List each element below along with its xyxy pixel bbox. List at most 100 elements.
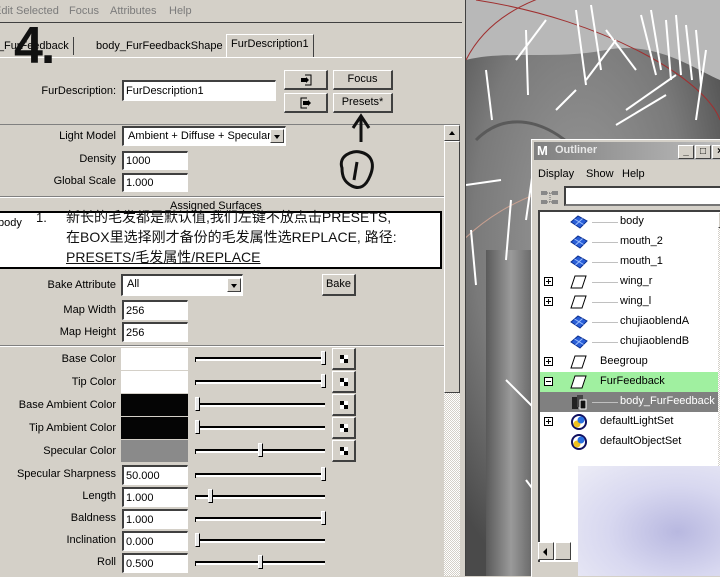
outliner-item[interactable]: mouth_1 [540,252,720,272]
color-slider[interactable] [195,351,326,365]
scroll-thumb[interactable] [555,542,571,560]
outliner-search-input[interactable] [564,186,720,206]
scroll-left-button[interactable] [538,542,554,560]
slider-thumb[interactable] [195,397,200,411]
map-height-field[interactable] [122,322,188,342]
light-model-value: Ambient + Diffuse + Specular [128,130,271,142]
color-swatch[interactable] [121,417,188,439]
color-swatch[interactable] [121,440,188,462]
numeric-attribute-field[interactable] [122,465,188,485]
focus-button[interactable]: Focus [333,70,393,90]
outliner-horizontal-scrollbar[interactable] [538,542,571,560]
color-slider[interactable] [195,443,325,457]
input-connections-button[interactable] [284,70,328,90]
outliner-menu-help[interactable]: Help [622,168,645,180]
color-slider[interactable] [195,374,326,388]
map-texture-button[interactable] [332,371,356,393]
checker-map-icon [340,424,348,432]
outliner-item[interactable]: wing_r [540,272,720,292]
color-swatch[interactable] [121,394,188,416]
slider-thumb[interactable] [258,555,263,569]
map-texture-button[interactable] [332,394,356,416]
expand-icon[interactable] [544,297,553,306]
menu-bar: Edit Selected Focus Attributes Help [0,0,466,23]
outliner-item[interactable]: defaultObjectSet [540,432,720,452]
maximize-icon[interactable]: □ [695,145,711,159]
outliner-item[interactable]: defaultLightSet [540,412,720,432]
transform-node-icon [570,274,588,290]
outliner-item[interactable]: body_FurFeedback [540,392,720,412]
outliner-menu-show[interactable]: Show [586,168,614,180]
filter-icon[interactable] [540,188,560,208]
numeric-attribute-field[interactable] [122,531,188,551]
outliner-item[interactable]: chujiaoblendA [540,312,720,332]
tab-furdescription1[interactable]: FurDescription1 [226,34,314,57]
map-width-field[interactable] [122,300,188,320]
presets-button[interactable]: Presets* [333,93,393,113]
menu-focus[interactable]: Focus [69,5,99,17]
bake-button[interactable]: Bake [322,274,356,296]
slider-thumb[interactable] [321,511,326,525]
expand-icon[interactable] [544,277,553,286]
menu-edit[interactable]: Edit [0,5,13,17]
numeric-slider[interactable] [195,555,325,569]
map-texture-button[interactable] [332,417,356,439]
outliner-item[interactable]: Beegroup [540,352,720,372]
model-leg [486,250,536,576]
tab-body-furfeedbackshape[interactable]: body_FurFeedbackShape [92,37,228,55]
menu-selected[interactable]: Selected [16,5,59,17]
slider-thumb[interactable] [321,351,326,365]
color-attribute-label: Tip Color [71,376,116,388]
numeric-slider[interactable] [195,533,325,547]
connector-line [592,282,618,283]
density-field[interactable] [122,151,188,170]
output-connections-button[interactable] [284,93,328,113]
map-texture-button[interactable] [332,348,356,370]
bake-attribute-dropdown[interactable]: All [121,274,243,296]
color-slider[interactable] [195,420,325,434]
expand-icon[interactable] [544,357,553,366]
numeric-attribute-field[interactable] [122,487,188,507]
minimize-icon[interactable]: _ [678,145,694,159]
note-line: PRESETS/毛发属性/REPLACE [66,249,261,265]
attribute-editor-scrollbar[interactable] [444,125,460,576]
map-texture-button[interactable] [332,440,356,462]
slider-thumb[interactable] [258,443,263,457]
numeric-slider[interactable] [195,467,326,481]
outliner-item-name: wing_r [620,275,653,287]
numeric-slider[interactable] [195,489,325,503]
outliner-item[interactable]: body [540,212,720,232]
global-scale-field[interactable] [122,173,188,192]
outliner-item[interactable]: FurFeedback [540,372,720,392]
slider-thumb[interactable] [207,489,213,503]
numeric-attribute-field[interactable] [122,509,188,529]
numeric-slider[interactable] [195,511,326,525]
scroll-thumb[interactable] [444,141,460,393]
collapse-icon[interactable] [544,377,553,386]
slider-thumb[interactable] [195,420,200,434]
outliner-item[interactable]: chujiaoblendB [540,332,720,352]
color-slider[interactable] [195,397,325,411]
outliner-menu-display[interactable]: Display [538,168,574,180]
scroll-up-button[interactable] [444,125,460,141]
light-model-dropdown[interactable]: Ambient + Diffuse + Specular [122,126,286,146]
assigned-surface-item[interactable]: body [0,217,22,229]
node-name-field[interactable] [122,80,276,101]
menu-help[interactable]: Help [169,5,192,17]
slider-thumb[interactable] [321,374,326,388]
color-swatch[interactable] [121,371,188,393]
outliner-item[interactable]: wing_l [540,292,720,312]
slider-thumb[interactable] [321,467,326,481]
color-attribute-label: Base Ambient Color [18,399,116,411]
numeric-attribute-field[interactable] [122,553,188,573]
outliner-item[interactable]: mouth_2 [540,232,720,252]
step-number-overlay: 4. [14,17,55,75]
expand-icon[interactable] [544,417,553,426]
slider-thumb[interactable] [195,533,200,547]
numeric-attribute-label: Specular Sharpness [16,468,116,480]
node-tabs: body_FurFeedback body_FurFeedbackShape F… [0,34,462,58]
menu-attributes[interactable]: Attributes [110,5,156,17]
color-swatch[interactable] [121,348,188,370]
outliner-titlebar[interactable]: M Outliner _ □ × [534,142,720,160]
close-icon[interactable]: × [712,145,720,159]
